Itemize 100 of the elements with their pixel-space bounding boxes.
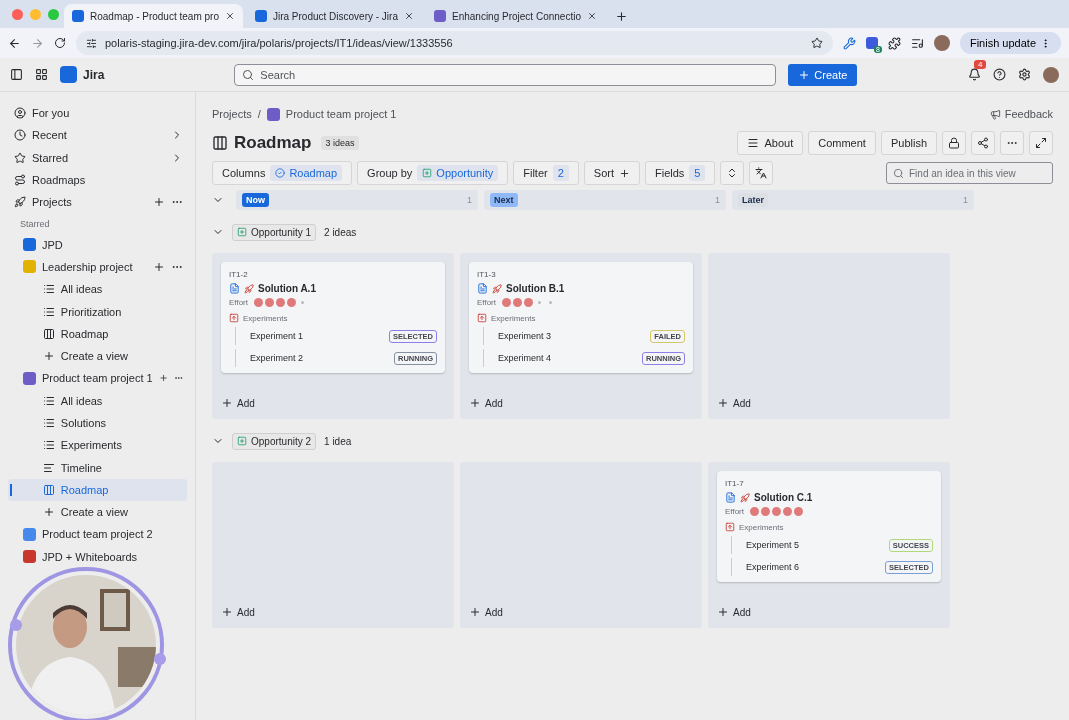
update-button[interactable]: Finish update [959, 32, 1061, 54]
add-button[interactable]: Add [717, 397, 941, 409]
close-icon[interactable] [586, 11, 597, 21]
view-item[interactable]: All ideas [8, 389, 187, 412]
action-button[interactable]: Comment [808, 131, 876, 155]
sort-button[interactable]: Sort [583, 161, 640, 185]
help-icon[interactable] [993, 68, 1006, 81]
view-item[interactable]: Create a view [8, 344, 187, 368]
sidebar-item[interactable]: Roadmaps [8, 168, 187, 192]
add-button[interactable]: Add [469, 606, 693, 618]
experiment-name: Experiment 2 [250, 353, 304, 363]
new-tab-icon[interactable] [614, 10, 628, 23]
jira-logo[interactable]: Jira [60, 66, 105, 83]
fields-button[interactable]: Fields 5 [645, 161, 716, 185]
experiment-name: Experiment 6 [746, 562, 800, 572]
plus-icon[interactable] [153, 260, 165, 273]
create-button[interactable]: Create [788, 63, 858, 86]
plus-icon [469, 606, 481, 618]
translate-icon [755, 167, 768, 179]
list-icon [42, 283, 55, 296]
column-count: 1 [467, 195, 472, 205]
back-icon[interactable] [8, 36, 21, 50]
plus-icon [619, 167, 630, 179]
browser-tab[interactable]: Enhancing Project Connectio [426, 4, 605, 28]
plus-icon[interactable] [153, 196, 165, 209]
view-item[interactable]: All ideas [8, 278, 187, 301]
page-title: Roadmap [234, 133, 312, 153]
sidebar-item[interactable]: For you [8, 102, 187, 125]
add-button[interactable]: Add [221, 606, 445, 618]
filter-button[interactable]: Filter 2 [513, 161, 579, 185]
find-field[interactable]: Find an idea in this view [886, 162, 1053, 184]
columns-button[interactable]: Columns Roadmap [212, 161, 353, 185]
list-icon [42, 394, 55, 407]
avatar-icon[interactable] [1043, 66, 1059, 83]
apps-icon[interactable] [35, 68, 48, 81]
group-by-button[interactable]: Group by Opportunity [357, 161, 509, 185]
project-item[interactable]: Product team project 2 [8, 523, 187, 546]
sidebar-item[interactable]: Recent [8, 124, 187, 147]
breadcrumb-link[interactable]: Product team project 1 [285, 108, 397, 120]
idea-title: Solution A.1 [258, 283, 316, 294]
share-button[interactable] [971, 131, 995, 155]
project-item[interactable]: Product team project 1 [8, 367, 187, 390]
browser-tab[interactable]: Jira Product Discovery - Jira [246, 4, 422, 28]
project-item[interactable]: JPD + Whiteboards [8, 545, 187, 568]
close-icon[interactable] [404, 11, 414, 21]
search-icon [242, 68, 255, 81]
sliders-icon[interactable] [86, 37, 97, 49]
wrench-icon[interactable] [842, 36, 856, 50]
add-button[interactable]: Add [717, 606, 941, 618]
experiment-name: Experiment 4 [498, 353, 552, 363]
view-item[interactable]: Roadmap [8, 322, 187, 345]
lines-icon [747, 137, 760, 149]
address-bar[interactable]: polaris-staging.jira-dev.com/jira/polaris/projects/IT1/ideas/view/1333556 [76, 31, 833, 55]
view-item[interactable]: Solutions [8, 411, 187, 435]
add-button[interactable]: Add [469, 397, 693, 409]
about-button[interactable]: About [737, 131, 804, 155]
megaphone-icon [989, 108, 1001, 120]
expand-icon [1035, 137, 1047, 149]
add-button[interactable]: Add [221, 397, 445, 409]
section-heading: Starred [19, 218, 51, 232]
expand-button[interactable] [1029, 131, 1053, 155]
feedback-link[interactable]: Feedback [989, 108, 1053, 120]
view-item[interactable]: Create a view [8, 501, 187, 524]
column-tag: Next [490, 193, 518, 207]
browser-tab[interactable]: Roadmap - Product team pro [64, 4, 243, 28]
breadcrumb-separator: / [257, 108, 261, 120]
lock-button[interactable] [942, 131, 966, 155]
search-field[interactable]: Search [234, 63, 777, 86]
column-count: 1 [715, 195, 720, 205]
experiments-label: Experiments [739, 522, 784, 532]
action-button[interactable]: Publish [880, 131, 937, 155]
star-icon[interactable] [810, 37, 823, 49]
puzzle-icon[interactable] [887, 36, 901, 50]
sidebar-icon[interactable] [10, 68, 23, 81]
group-count: 2 ideas [324, 226, 357, 238]
idea-icon [229, 283, 240, 294]
settings-icon[interactable] [1018, 68, 1031, 81]
breadcrumb-link[interactable]: Projects [212, 108, 252, 120]
close-icon[interactable] [224, 11, 235, 21]
bell-icon[interactable] [968, 68, 981, 81]
view-item[interactable]: Timeline [8, 456, 187, 479]
idea-key: IT1-7 [725, 479, 933, 488]
avatar-icon[interactable] [933, 35, 950, 51]
plus-icon [221, 397, 233, 409]
sidebar-item[interactable]: Projects [8, 191, 187, 214]
idea-icon [725, 492, 736, 503]
sidebar-item[interactable]: Starred [8, 146, 187, 169]
forward-icon[interactable] [31, 36, 44, 50]
plus-icon [221, 606, 233, 618]
view-item[interactable]: Roadmap [8, 478, 187, 502]
project-item[interactable]: Leadership project [8, 255, 187, 279]
idea-key: IT1-3 [477, 270, 685, 279]
star-icon [14, 151, 26, 164]
view-item[interactable]: Prioritization [8, 300, 187, 323]
translate-button[interactable] [749, 161, 774, 185]
project-item[interactable]: JPD [8, 233, 187, 256]
idea-icon [477, 283, 488, 294]
view-item[interactable]: Experiments [8, 434, 187, 457]
playlist-icon[interactable] [910, 36, 924, 50]
reload-icon[interactable] [54, 37, 66, 49]
